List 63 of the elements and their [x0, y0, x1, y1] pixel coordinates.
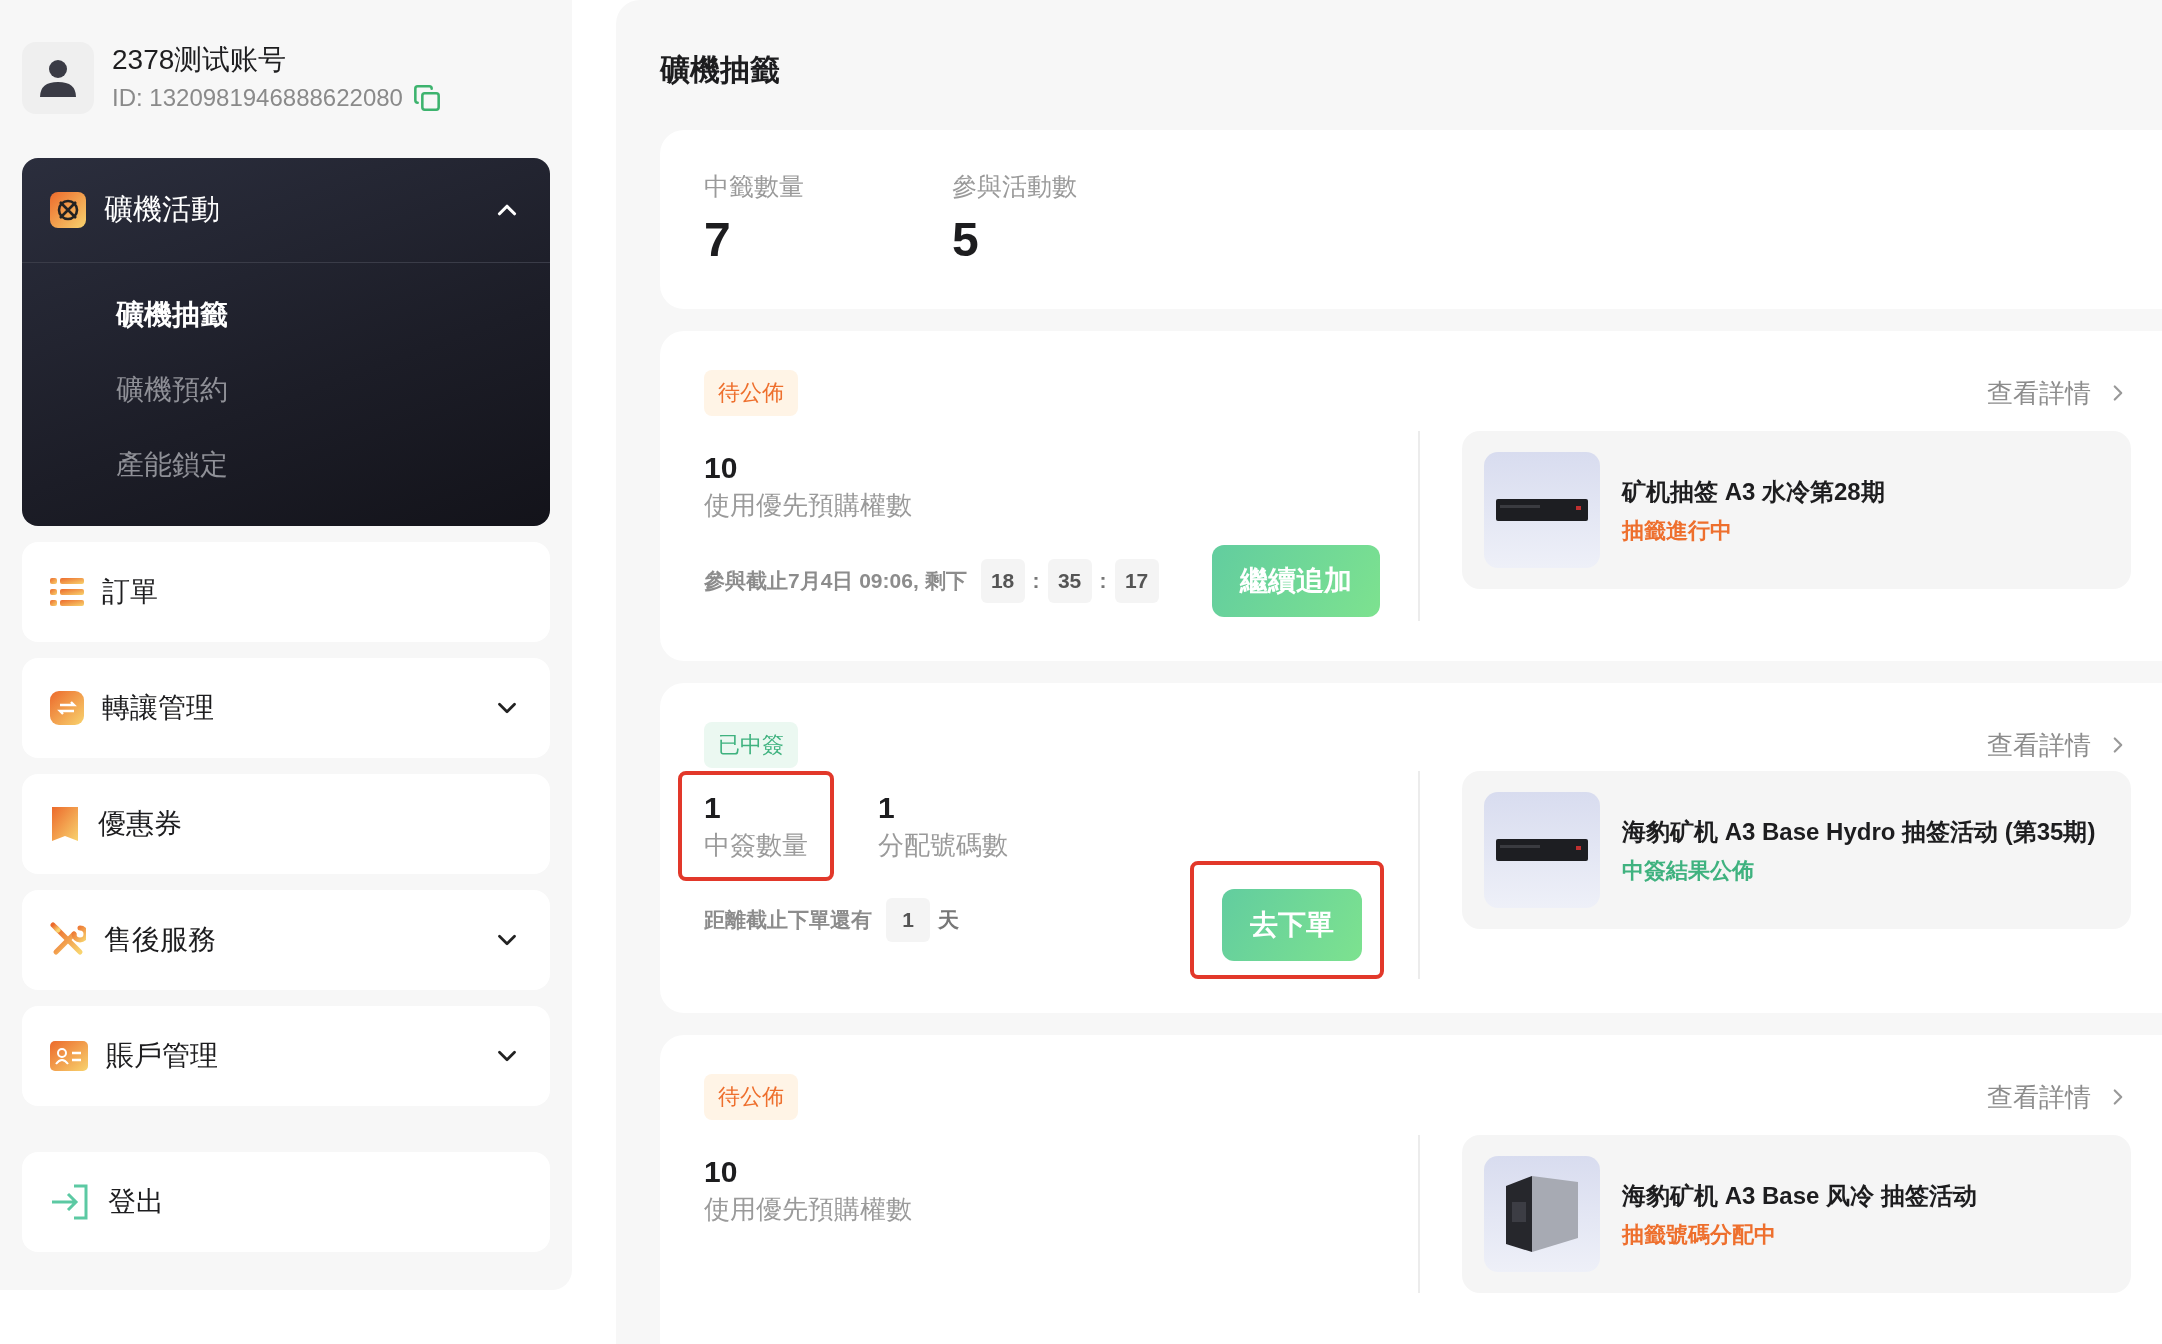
- countdown-value: 35: [1047, 559, 1092, 603]
- product-status: 中簽結果公佈: [1622, 857, 1755, 885]
- menu-item-label: 轉讓管理: [102, 691, 215, 725]
- submenu-item[interactable]: 礦機預約: [22, 352, 550, 427]
- user-silhouette-icon: [40, 59, 76, 97]
- status-tag: 待公佈: [704, 1074, 798, 1120]
- bookmark-icon: [50, 807, 80, 841]
- summary-label: 中籤數量: [704, 171, 804, 202]
- countdown-text: :: [1099, 569, 1107, 593]
- logout-arrow-icon: [50, 1184, 90, 1220]
- menu-item-label: 訂單: [102, 575, 159, 609]
- server-device-icon: [1496, 839, 1588, 861]
- menu-item[interactable]: 優惠券: [22, 774, 550, 874]
- menu-item[interactable]: 賬戶管理: [22, 1006, 550, 1106]
- menu-item[interactable]: 轉讓管理: [22, 658, 550, 758]
- menu-item[interactable]: 訂單: [22, 542, 550, 642]
- id-card-icon: [50, 1041, 88, 1071]
- menu-item-label: 賬戶管理: [106, 1039, 219, 1073]
- countdown-text: 天: [938, 907, 959, 933]
- status-tag: 已中簽: [704, 722, 798, 768]
- tools-icon: [50, 922, 86, 958]
- stat-value: 1: [704, 790, 722, 826]
- transfer-icon: [50, 691, 84, 725]
- menu-item[interactable]: 售後服務: [22, 890, 550, 990]
- user-id: ID: 1320981946888622080: [112, 83, 403, 113]
- logout-item[interactable]: 登出: [22, 1152, 550, 1252]
- countdown-value: 17: [1114, 559, 1159, 603]
- product-status: 抽籤進行中: [1622, 517, 1733, 545]
- mining-icon: [50, 192, 86, 228]
- server-device-icon: [1496, 499, 1588, 521]
- product-title: 海豹矿机 A3 Base Hydro 抽签活动 (第35期): [1622, 817, 2096, 847]
- stat-value: 10: [704, 1154, 739, 1190]
- summary-label: 參與活動數: [952, 171, 1077, 202]
- countdown-value: 1: [886, 898, 930, 942]
- user-name: 2378测试账号: [112, 43, 288, 77]
- countdown-value: 18: [980, 559, 1025, 603]
- product-title: 矿机抽签 A3 水冷第28期: [1622, 477, 1885, 507]
- submenu-item[interactable]: 礦機抽籤: [22, 277, 550, 352]
- menu-item-label: 售後服務: [104, 923, 217, 957]
- product-panel[interactable]: 矿机抽签 A3 水冷第28期 抽籤進行中: [1462, 431, 2131, 589]
- stat-value: 1: [878, 790, 896, 826]
- product-title: 海豹矿机 A3 Base 风冷 抽签活动: [1622, 1181, 1977, 1211]
- product-status: 抽籤號碼分配中: [1622, 1221, 1777, 1249]
- stat-value: 10: [704, 450, 739, 486]
- product-panel[interactable]: 海豹矿机 A3 Base Hydro 抽签活动 (第35期) 中簽結果公佈: [1462, 771, 2131, 929]
- stat-label: 使用優先預購權數: [704, 489, 912, 522]
- stat-label: 中簽數量: [704, 829, 808, 862]
- deadline-text: 距離截止下單還有: [704, 907, 872, 933]
- stat-label: 使用優先預購權數: [704, 1193, 912, 1226]
- menu-group-header[interactable]: 礦機活動: [22, 158, 550, 263]
- menu-item-label: 登出: [108, 1185, 165, 1219]
- summary-value: 7: [704, 212, 732, 268]
- deadline-text: 參與截止7月4日 09:06, 剩下: [704, 568, 967, 594]
- status-tag: 待公佈: [704, 370, 798, 416]
- submenu-item[interactable]: 產能鎖定: [22, 427, 550, 502]
- page-title: 礦機抽籤: [660, 52, 781, 88]
- countdown-text: :: [1032, 569, 1040, 593]
- product-panel[interactable]: 海豹矿机 A3 Base 风冷 抽签活动 抽籤號碼分配中: [1462, 1135, 2131, 1293]
- menu-item-label: 優惠券: [98, 807, 183, 841]
- list-icon: [50, 578, 84, 606]
- stat-label: 分配號碼數: [878, 829, 1008, 862]
- summary-value: 5: [952, 212, 980, 268]
- menu-group-label: 礦機活動: [104, 192, 221, 227]
